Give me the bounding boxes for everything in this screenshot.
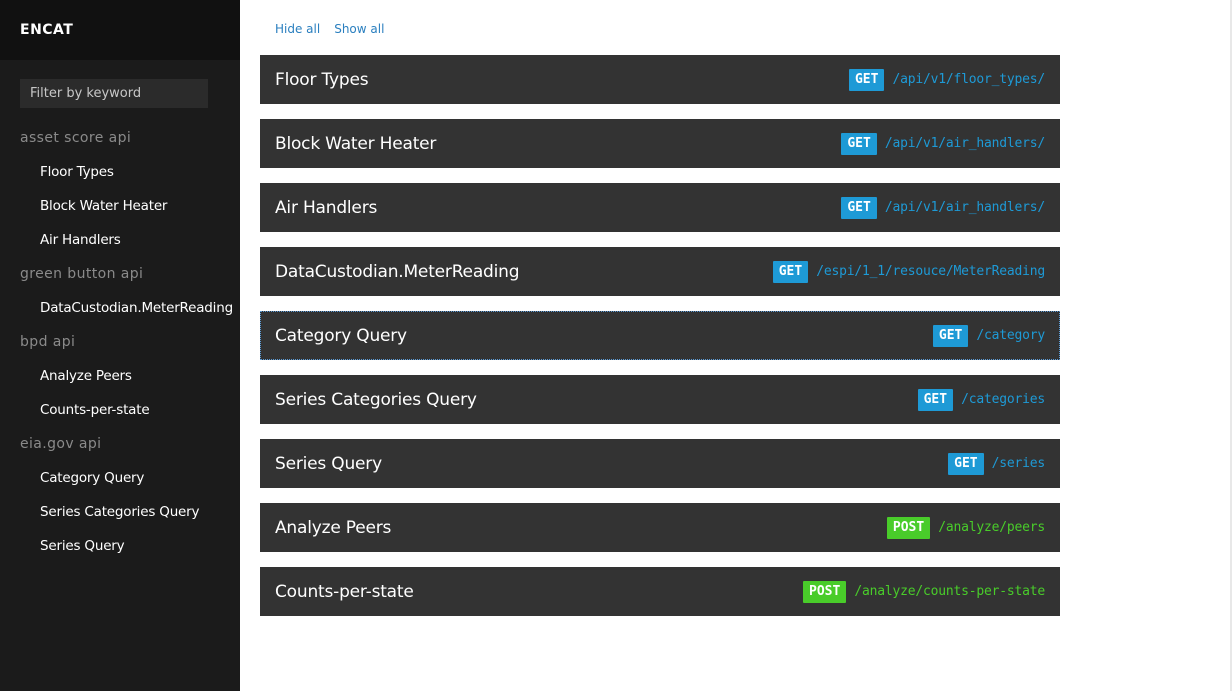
method-badge: GET: [848, 68, 885, 91]
endpoint-counts-per-state[interactable]: Counts-per-state POST /analyze/counts-pe…: [260, 567, 1060, 616]
endpoint-path[interactable]: /api/v1/air_handlers/: [885, 200, 1045, 215]
show-all-link[interactable]: Show all: [334, 22, 384, 40]
sidebar-item-floor-types[interactable]: Floor Types: [0, 155, 240, 189]
method-badge: GET: [841, 132, 877, 155]
endpoint-title: Category Query: [275, 325, 407, 346]
endpoint-path[interactable]: /api/v1/air_handlers/: [885, 136, 1045, 151]
endpoint-path[interactable]: /api/v1/floor_types/: [892, 72, 1045, 87]
endpoint-series-categories-query[interactable]: Series Categories Query GET /categories: [260, 375, 1060, 424]
endpoint-title: Floor Types: [275, 69, 369, 90]
sidebar-item-analyze-peers[interactable]: Analyze Peers: [0, 359, 240, 393]
hide-all-link[interactable]: Hide all: [275, 22, 320, 40]
nav-group-green-button-api[interactable]: green button api: [0, 257, 240, 291]
endpoint-floor-types[interactable]: Floor Types GET /api/v1/floor_types/: [260, 55, 1060, 104]
endpoint-block-water-heater[interactable]: Block Water Heater GET /api/v1/air_handl…: [260, 119, 1060, 168]
endpoint-category-query[interactable]: Category Query GET /category: [260, 311, 1060, 360]
endpoint-path[interactable]: /categories: [961, 392, 1045, 407]
endpoint-path[interactable]: /analyze/counts-per-state: [854, 584, 1045, 599]
sidebar-item-counts-per-state[interactable]: Counts-per-state: [0, 393, 240, 427]
sidebar-nav: asset score api Floor Types Block Water …: [0, 121, 240, 563]
endpoint-path[interactable]: /series: [992, 456, 1046, 471]
endpoint-title: Counts-per-state: [275, 581, 414, 602]
main-content: Hide all Show all Floor Types GET /api/v…: [240, 0, 1232, 691]
brand-logo[interactable]: ENCAT: [20, 22, 73, 38]
method-badge: GET: [948, 452, 984, 475]
method-badge: GET: [917, 388, 954, 411]
sidebar-item-block-water-heater[interactable]: Block Water Heater: [0, 189, 240, 223]
expand-toggles: Hide all Show all: [275, 22, 384, 40]
filter-input[interactable]: [20, 79, 208, 108]
nav-group-bpd-api[interactable]: bpd api: [0, 325, 240, 359]
method-badge: GET: [841, 196, 877, 219]
endpoint-path[interactable]: /analyze/peers: [938, 520, 1045, 535]
endpoint-path[interactable]: /category: [976, 328, 1045, 343]
sidebar-item-series-categories-query[interactable]: Series Categories Query: [0, 495, 240, 529]
method-badge: POST: [886, 516, 931, 539]
endpoint-title: Air Handlers: [275, 197, 378, 218]
endpoint-title: Analyze Peers: [275, 517, 392, 538]
nav-group-eia-gov-api[interactable]: eia.gov api: [0, 427, 240, 461]
method-badge: GET: [932, 324, 969, 347]
nav-group-asset-score-api[interactable]: asset score api: [0, 121, 240, 155]
endpoint-title: Series Categories Query: [275, 389, 477, 410]
sidebar-item-datacustodian-meterreading[interactable]: DataCustodian.MeterReading: [0, 291, 240, 325]
brand-bar: ENCAT: [0, 0, 240, 60]
endpoint-title: DataCustodian.MeterReading: [275, 261, 520, 282]
sidebar-item-category-query[interactable]: Category Query: [0, 461, 240, 495]
sidebar-item-air-handlers[interactable]: Air Handlers: [0, 223, 240, 257]
endpoint-analyze-peers[interactable]: Analyze Peers POST /analyze/peers: [260, 503, 1060, 552]
sidebar: ENCAT asset score api Floor Types Block …: [0, 0, 240, 691]
endpoint-series-query[interactable]: Series Query GET /series: [260, 439, 1060, 488]
endpoint-title: Series Query: [275, 453, 382, 474]
sidebar-item-series-query[interactable]: Series Query: [0, 529, 240, 563]
method-badge: POST: [803, 580, 847, 603]
endpoint-datacustodian-meterreading[interactable]: DataCustodian.MeterReading GET /espi/1_1…: [260, 247, 1060, 296]
endpoint-path[interactable]: /espi/1_1/resouce/MeterReading: [816, 264, 1045, 279]
endpoint-air-handlers[interactable]: Air Handlers GET /api/v1/air_handlers/: [260, 183, 1060, 232]
endpoint-title: Block Water Heater: [275, 133, 437, 154]
method-badge: GET: [772, 260, 809, 283]
